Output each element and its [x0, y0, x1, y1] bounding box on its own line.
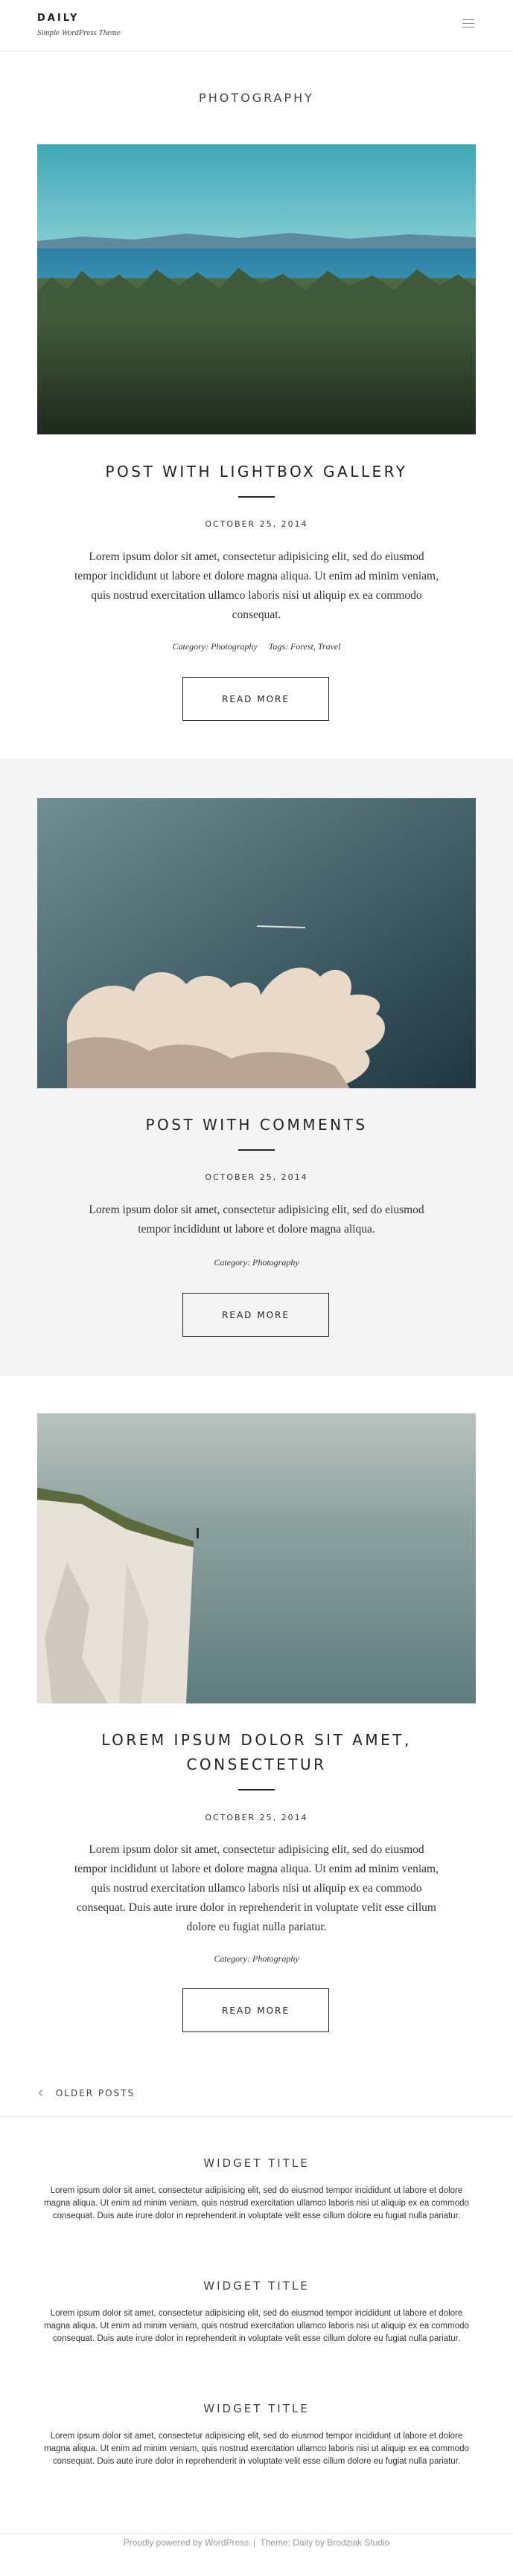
post-meta: Category: Photography Tags: Forest, Trav…	[37, 641, 476, 652]
post-title[interactable]: LOREM IPSUM DOLOR SIT AMET, CONSECTETUR	[37, 1728, 476, 1777]
post-category[interactable]: Category: Photography	[172, 641, 257, 652]
widget: WIDGET TITLE Lorem ipsum dolor sit amet,…	[37, 2279, 476, 2345]
post-card: POST WITH COMMENTS OCTOBER 25, 2014 Lore…	[0, 759, 513, 1376]
post-category[interactable]: Category: Photography	[214, 1953, 299, 1964]
wordpress-link[interactable]: Proudly powered by WordPress	[124, 2537, 249, 2548]
theme-credit-link[interactable]: Theme: Daily by Brodziak Studio	[260, 2537, 389, 2548]
widget-text: Lorem ipsum dolor sit amet, consectetur …	[44, 2309, 469, 2343]
read-more-button[interactable]: READ MORE	[182, 1293, 329, 1337]
site-footer: Proudly powered by WordPress | Theme: Dail…	[0, 2533, 513, 2576]
title-divider	[238, 496, 275, 498]
widget-title: WIDGET TITLE	[203, 2279, 310, 2293]
post-category[interactable]: Category: Photography	[214, 1257, 299, 1268]
widget-area: WIDGET TITLE Lorem ipsum dolor sit amet,…	[0, 2116, 513, 2534]
footer-separator: |	[253, 2537, 256, 2548]
widget-text: Lorem ipsum dolor sit amet, consectetur …	[44, 2432, 469, 2466]
older-posts-link[interactable]: ‹ OLDER POSTS	[37, 2085, 135, 2101]
post-meta: Category: Photography	[37, 1257, 476, 1268]
archive-title: PHOTOGRAPHY	[199, 91, 314, 105]
site-title[interactable]: DAILY	[37, 13, 79, 24]
chevron-left-icon: ‹	[37, 2084, 45, 2102]
hamburger-menu-icon[interactable]	[462, 19, 474, 28]
post-date: OCTOBER 25, 2014	[205, 1172, 308, 1182]
post-thumbnail-cliff[interactable]	[37, 1413, 476, 1703]
older-posts-label: OLDER POSTS	[55, 2088, 136, 2098]
post-date: OCTOBER 25, 2014	[205, 1813, 308, 1822]
post-card: POST WITH LIGHTBOX GALLERY OCTOBER 25, 2…	[0, 144, 513, 759]
post-excerpt: Lorem ipsum dolor sit amet, consectetur …	[74, 1843, 439, 1933]
widget: WIDGET TITLE Lorem ipsum dolor sit amet,…	[37, 2402, 476, 2468]
title-divider	[238, 1789, 275, 1790]
read-more-button[interactable]: READ MORE	[182, 1988, 329, 2032]
site-description: Simple WordPress Theme	[37, 28, 121, 37]
post-title[interactable]: POST WITH COMMENTS	[37, 1113, 476, 1137]
title-divider	[238, 1149, 275, 1151]
widget-text: Lorem ipsum dolor sit amet, consectetur …	[44, 2186, 469, 2220]
widget-title: WIDGET TITLE	[203, 2402, 310, 2415]
post-excerpt: Lorem ipsum dolor sit amet, consectetur …	[89, 1204, 424, 1236]
widget: WIDGET TITLE Lorem ipsum dolor sit amet,…	[37, 2156, 476, 2223]
post-tags[interactable]: Tags: Forest, Travel	[269, 641, 341, 652]
read-more-button[interactable]: READ MORE	[182, 677, 329, 721]
post-title[interactable]: POST WITH LIGHTBOX GALLERY	[37, 460, 476, 484]
post-thumbnail-clouds[interactable]	[37, 798, 476, 1088]
site-header: DAILY Simple WordPress Theme	[0, 0, 513, 51]
post-date: OCTOBER 25, 2014	[205, 519, 308, 529]
post-card: LOREM IPSUM DOLOR SIT AMET, CONSECTETUR …	[0, 1376, 513, 2061]
widget-title: WIDGET TITLE	[203, 2156, 310, 2170]
post-meta: Category: Photography	[37, 1953, 476, 1965]
post-excerpt: Lorem ipsum dolor sit amet, consectetur …	[74, 550, 439, 621]
post-thumbnail-forest-lake[interactable]	[37, 144, 476, 434]
